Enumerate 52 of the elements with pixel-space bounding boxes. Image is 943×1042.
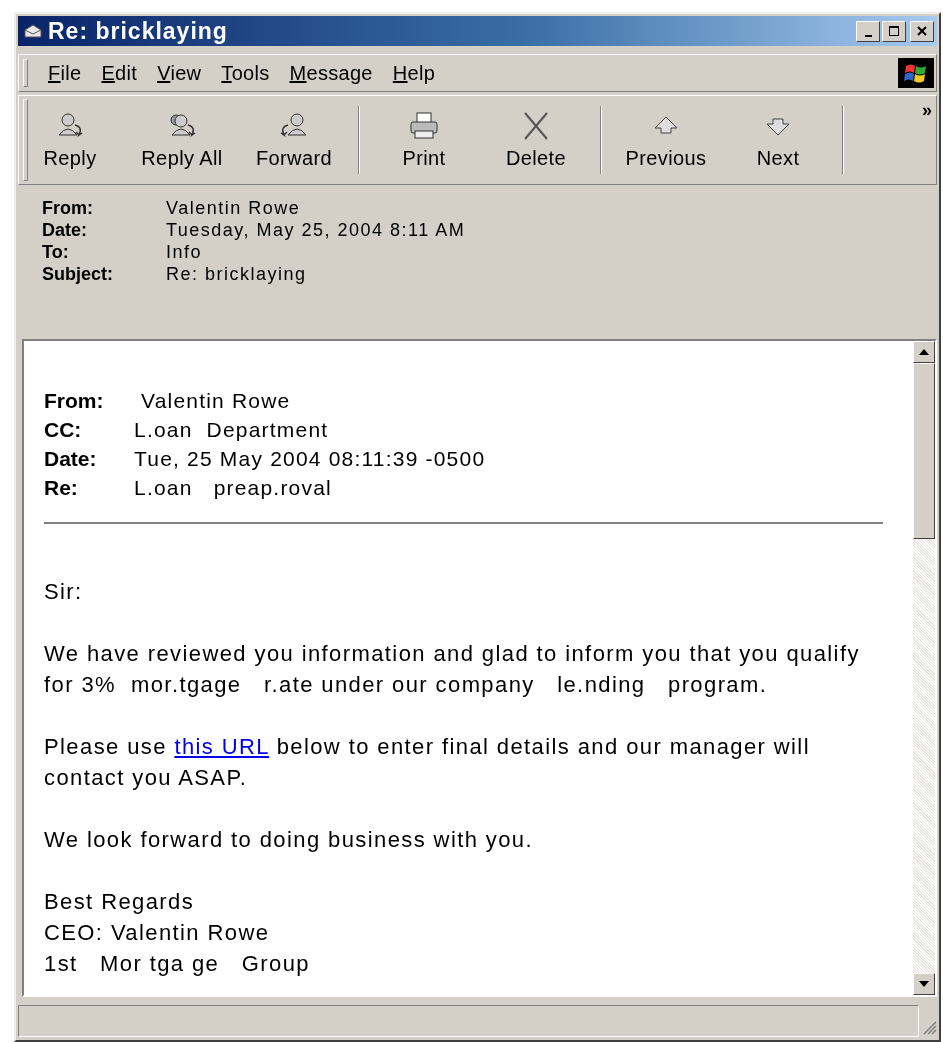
toolbar-button[interactable]: Reply All — [126, 100, 238, 180]
menu-item[interactable]: File — [38, 58, 92, 88]
maximize-icon — [887, 25, 901, 37]
minimize-icon — [864, 34, 872, 37]
field-label: Subject: — [42, 263, 114, 285]
field-value: Tuesday, May 25, 2004 8:11 AM — [166, 219, 466, 241]
overflow-button[interactable]: » — [918, 100, 936, 121]
scroll-thumb[interactable] — [913, 363, 935, 539]
up-triangle-icon — [919, 349, 929, 355]
toolbar-button[interactable]: Reply — [16, 100, 126, 180]
toolbar-button[interactable]: Delete — [480, 100, 592, 180]
paragraph: Best Regards CEO: Valentin Rowe 1st Mor tga ge Group — [44, 888, 311, 978]
printer-icon — [407, 110, 441, 141]
paragraph: Sir: — [44, 578, 84, 606]
paragraph: Please use this URL below to enter final details and our manager will contact you ASAP. — [44, 733, 811, 792]
toolbar-button[interactable]: Forward — [238, 100, 350, 180]
toolbar-button[interactable]: Previous — [610, 100, 722, 180]
field-label: CC: — [44, 417, 83, 443]
field-label: Date: — [44, 446, 98, 472]
field-label: To: — [42, 241, 70, 263]
field-value: Valentin Rowe — [166, 197, 302, 219]
close-button[interactable] — [910, 20, 934, 42]
field-label: Date: — [42, 219, 88, 241]
menu-item[interactable]: Edit — [91, 58, 148, 88]
field-label: Re: — [44, 475, 79, 501]
field-value: L.oan Department — [134, 417, 330, 443]
field-value: Info — [166, 241, 204, 263]
minimize-button[interactable] — [856, 20, 880, 42]
windows-logo-icon — [898, 58, 934, 88]
down-triangle-icon — [919, 981, 929, 987]
field-label: From: — [42, 197, 94, 219]
maximize-button[interactable] — [882, 20, 906, 42]
paragraph: We have reviewed you information and glad to inform you that you qualify for 3% mor.tgage r.ate under our company le.nding program. — [44, 640, 861, 699]
link[interactable]: this URL — [174, 734, 270, 759]
menu-item[interactable]: Help — [382, 58, 446, 88]
toolbar-button[interactable]: Print — [368, 100, 480, 180]
field-value: Tue, 25 May 2004 08:11:39 -0500 — [134, 446, 486, 472]
window-title: Re: bricklaying — [48, 17, 229, 45]
resize-grip-icon[interactable] — [921, 1019, 937, 1035]
field-value: Valentin Rowe — [140, 388, 292, 414]
paragraph: We look forward to doing business with you. — [44, 826, 535, 854]
close-icon — [915, 25, 929, 37]
envelope-icon — [24, 24, 42, 38]
field-value: Re: bricklaying — [166, 263, 308, 285]
menu-item[interactable]: View — [147, 58, 212, 88]
field-label: From: — [44, 388, 105, 414]
field-value: L.oan preap.roval — [134, 475, 333, 501]
toolbar-button[interactable]: Next — [722, 100, 834, 180]
menu-item[interactable]: Tools — [211, 58, 280, 88]
scroll-down-button[interactable] — [913, 973, 935, 995]
menu-item[interactable]: Message — [279, 58, 383, 88]
scroll-up-button[interactable] — [913, 341, 935, 363]
